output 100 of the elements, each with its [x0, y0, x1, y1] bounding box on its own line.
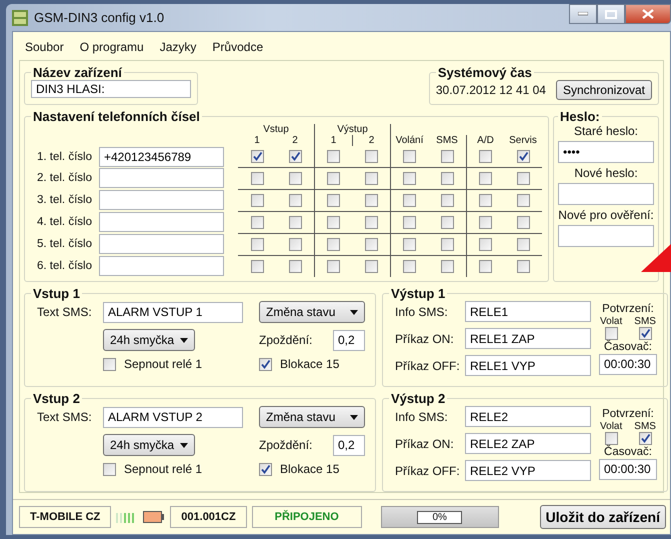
- caret-icon: [350, 310, 358, 314]
- checkbox[interactable]: [479, 194, 492, 207]
- checkbox[interactable]: [516, 194, 530, 207]
- checkbox[interactable]: [479, 150, 492, 163]
- checkbox[interactable]: [327, 172, 340, 185]
- device-name-field[interactable]: DIN3 HLASI:: [31, 80, 191, 98]
- dropdown[interactable]: 24h smyčka: [103, 329, 196, 351]
- dropdown[interactable]: Změna stavu: [259, 301, 365, 323]
- checkbox[interactable]: [479, 260, 492, 273]
- checkbox[interactable]: [516, 150, 530, 163]
- timer-field[interactable]: 00:00:30: [599, 354, 657, 374]
- timer-field[interactable]: 00:00:30: [599, 458, 657, 480]
- checkbox[interactable]: [403, 194, 416, 207]
- checkbox[interactable]: [250, 238, 264, 251]
- command-off-field[interactable]: RELE1 VYP: [465, 355, 591, 376]
- checkbox[interactable]: [440, 238, 454, 251]
- close-button[interactable]: [625, 4, 671, 24]
- phone-number-field[interactable]: +420123456789: [99, 146, 224, 166]
- checkbox[interactable]: [516, 238, 530, 251]
- phone-number-field[interactable]: [99, 234, 224, 254]
- checkbox[interactable]: [440, 260, 454, 273]
- checkbox[interactable]: [364, 260, 378, 273]
- checkbox[interactable]: [327, 260, 340, 273]
- phone-number-field[interactable]: [99, 168, 224, 188]
- info-sms-field[interactable]: RELE1: [465, 301, 591, 322]
- password-field[interactable]: ••••: [558, 141, 654, 163]
- checkbox[interactable]: [259, 358, 272, 370]
- field-label: Příkaz ON:: [395, 436, 455, 450]
- sms-text-field[interactable]: ALARM VSTUP 2: [103, 406, 243, 428]
- checkbox[interactable]: [440, 194, 454, 207]
- field-label: Info SMS:: [395, 410, 449, 424]
- checkbox[interactable]: [250, 172, 264, 185]
- checkbox[interactable]: [259, 462, 272, 476]
- dropdown[interactable]: Změna stavu: [259, 406, 365, 428]
- checkbox[interactable]: [403, 260, 416, 273]
- menu-item[interactable]: O programu: [76, 38, 152, 56]
- checkbox[interactable]: [440, 150, 454, 163]
- command-on-field[interactable]: RELE1 ZAP: [465, 328, 591, 349]
- command-on-field[interactable]: RELE2 ZAP: [465, 433, 591, 454]
- checkbox[interactable]: [288, 172, 302, 185]
- checkbox[interactable]: [327, 238, 340, 251]
- command-off-field[interactable]: RELE2 VYP: [465, 460, 591, 481]
- delay-field[interactable]: 0,2: [333, 330, 365, 350]
- checkbox[interactable]: [250, 216, 264, 229]
- phone-number-field[interactable]: [99, 190, 224, 210]
- checkbox[interactable]: [327, 216, 340, 229]
- menu-item[interactable]: Soubor: [21, 38, 72, 56]
- menu-item[interactable]: Jazyky: [156, 38, 204, 56]
- password-field[interactable]: [558, 183, 654, 205]
- column-header: SMS: [435, 135, 459, 146]
- checkbox[interactable]: [479, 216, 492, 229]
- checkbox[interactable]: [288, 260, 302, 273]
- checkbox[interactable]: [604, 432, 618, 444]
- save-button[interactable]: Uložit do zařízení: [540, 505, 666, 529]
- info-sms-field[interactable]: RELE2: [465, 406, 591, 427]
- checkbox[interactable]: [288, 150, 302, 163]
- phone-number-field[interactable]: [99, 256, 224, 276]
- checkbox[interactable]: [638, 326, 652, 340]
- minimize-button[interactable]: [569, 4, 597, 24]
- checkbox[interactable]: [440, 172, 454, 185]
- checkbox[interactable]: [364, 238, 378, 251]
- synchronize-button[interactable]: Synchronizovat: [556, 80, 652, 100]
- menu-item[interactable]: Průvodce: [208, 38, 272, 56]
- column-header: Servis: [508, 135, 538, 146]
- checkbox[interactable]: [604, 326, 618, 340]
- checkbox[interactable]: [440, 216, 454, 229]
- checkbox[interactable]: [288, 238, 302, 251]
- checkbox[interactable]: [250, 150, 264, 163]
- checkbox[interactable]: [250, 194, 264, 207]
- checkbox[interactable]: [638, 432, 652, 444]
- phone-number-field[interactable]: [99, 212, 224, 232]
- checkbox[interactable]: [103, 462, 116, 476]
- checkbox[interactable]: [327, 150, 340, 163]
- checkbox[interactable]: [479, 172, 492, 185]
- checkbox[interactable]: [364, 172, 378, 185]
- sms-text-field[interactable]: ALARM VSTUP 1: [103, 302, 243, 322]
- checkbox[interactable]: [403, 216, 416, 229]
- checkbox[interactable]: [327, 194, 340, 207]
- checkbox[interactable]: [403, 172, 416, 185]
- checkbox[interactable]: [364, 150, 378, 163]
- checkbox[interactable]: [364, 216, 378, 229]
- checkbox[interactable]: [250, 260, 264, 273]
- checkbox[interactable]: [403, 238, 416, 251]
- password-field[interactable]: [558, 225, 654, 247]
- delay-field[interactable]: 0,2: [333, 434, 365, 456]
- checkbox[interactable]: [103, 358, 116, 370]
- column-header: 1: [314, 135, 352, 146]
- checkbox[interactable]: [288, 194, 302, 207]
- checkbox[interactable]: [403, 150, 416, 163]
- checkbox[interactable]: [479, 238, 492, 251]
- minimize-icon: [578, 12, 588, 16]
- dropdown[interactable]: 24h smyčka: [103, 434, 196, 456]
- checkbox[interactable]: [516, 216, 530, 229]
- checkbox[interactable]: [516, 172, 530, 185]
- checkbox[interactable]: [516, 260, 530, 273]
- maximize-button[interactable]: [597, 4, 625, 24]
- checkbox[interactable]: [364, 194, 378, 207]
- checkbox[interactable]: [288, 216, 302, 229]
- column-header: A/D: [466, 135, 504, 146]
- system-time: 30.07.2012 12 41 04: [436, 83, 546, 97]
